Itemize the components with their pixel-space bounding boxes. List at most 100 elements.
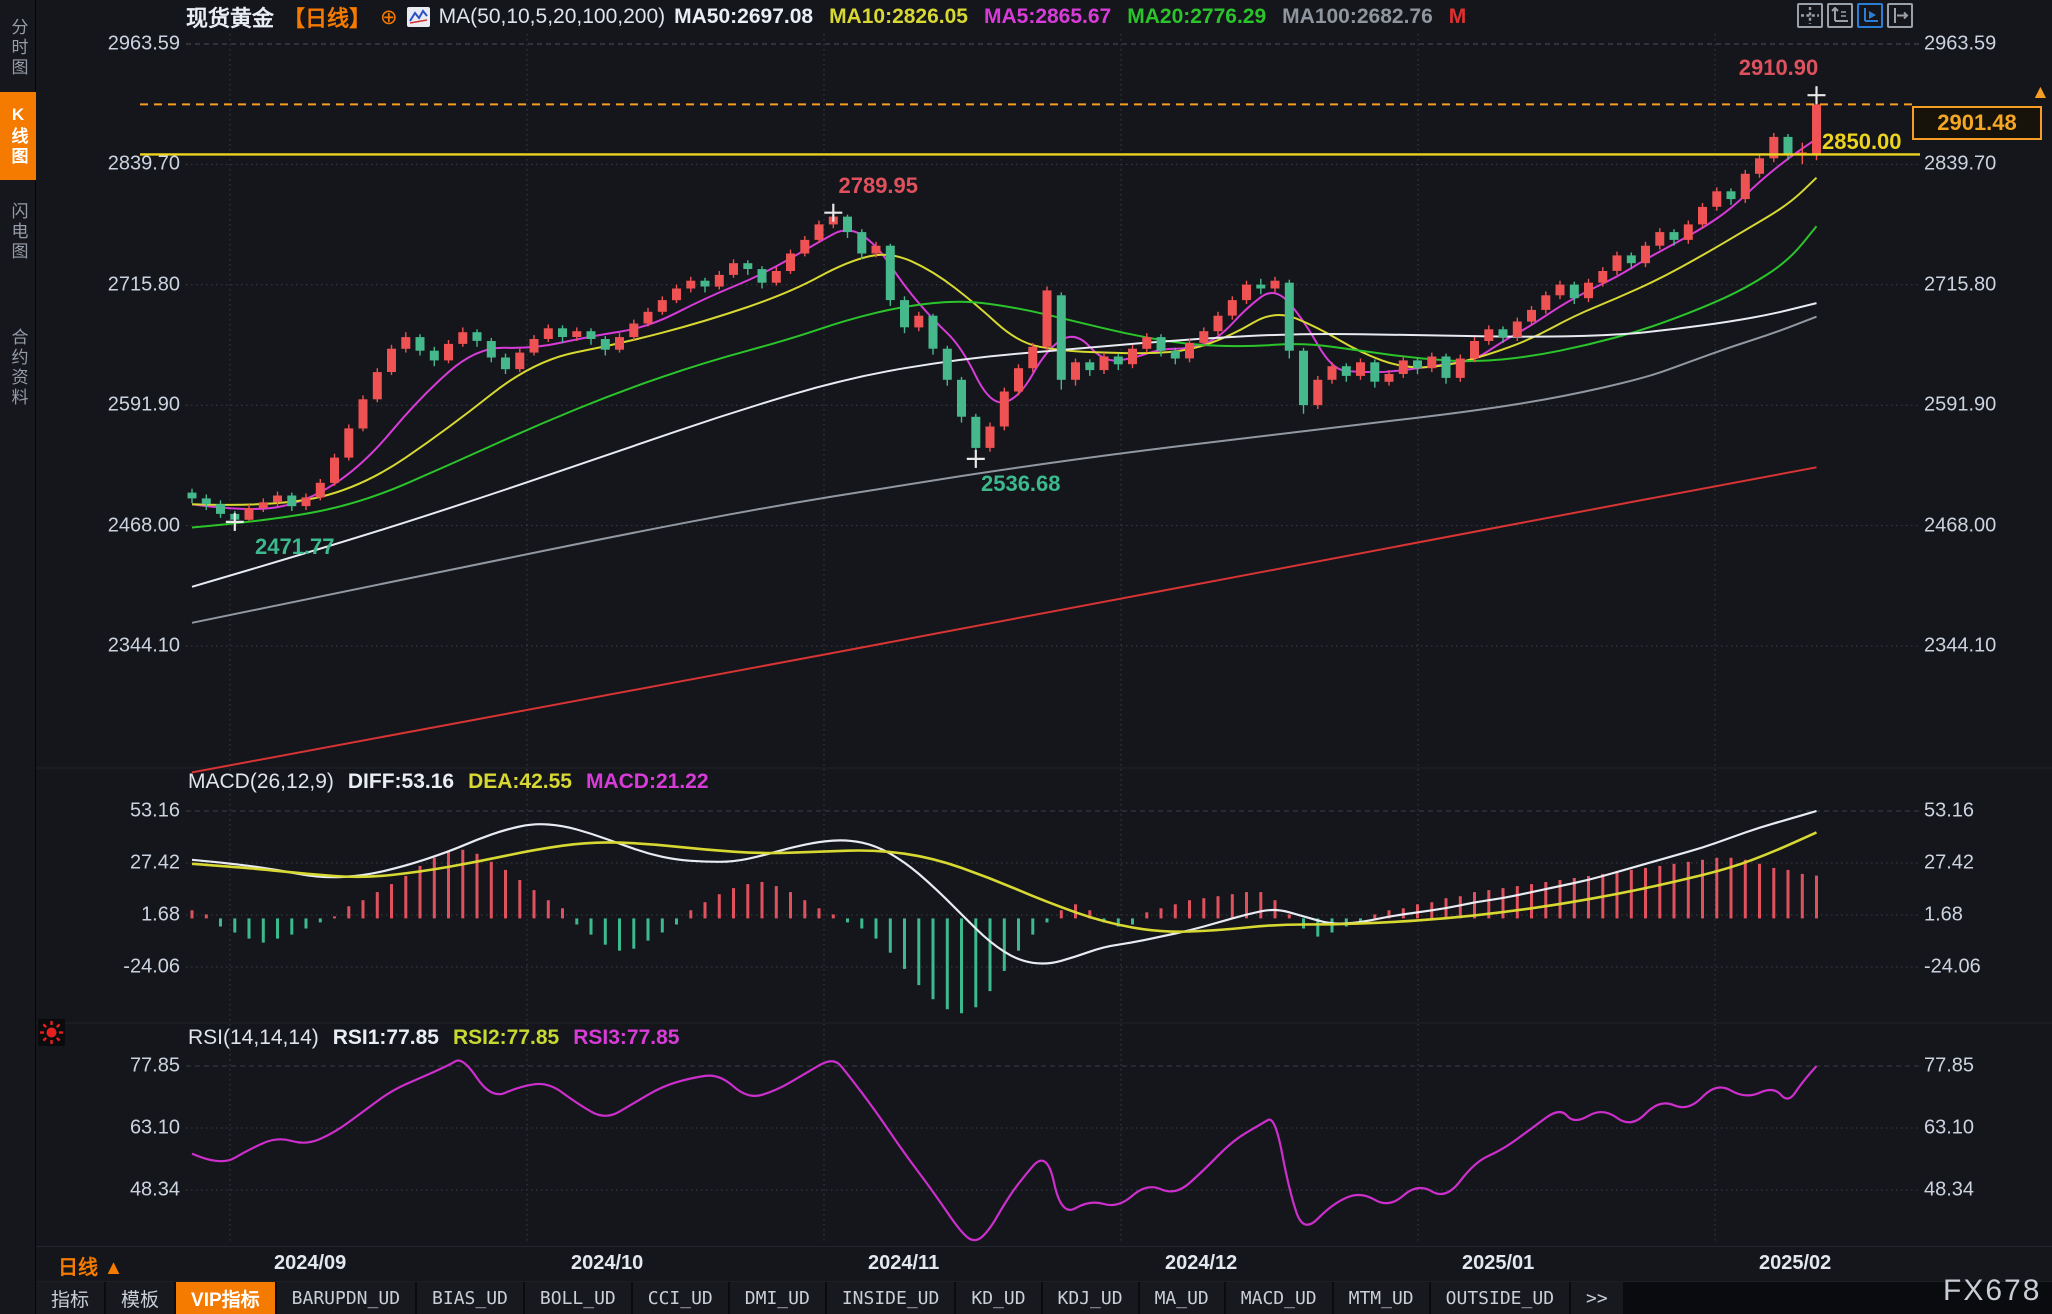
- indicator-toolbar: 指标模板VIP指标BARUPDN_UDBIAS_UDBOLL_UDCCI_UDD…: [36, 1281, 2052, 1314]
- price-tick: 2468.00: [1924, 514, 2044, 537]
- axis-scale-icon[interactable]: [1827, 3, 1853, 28]
- time-axis-row: 日线 ▲ 2024/09 2024/10 2024/11 2024/12 2025/01…: [36, 1246, 2052, 1281]
- candles-layer: [188, 95, 1822, 522]
- price-tick: 2963.59: [1924, 33, 2044, 56]
- sidebar-tab-item[interactable]: 分时图: [0, 6, 36, 90]
- price-tick: 27.42: [1924, 852, 2044, 875]
- ma-value: MA5:2865.67: [984, 5, 1111, 29]
- footer-tab[interactable]: MACD_UD: [1226, 1282, 1332, 1314]
- price-tick: 2963.59: [40, 33, 180, 56]
- footer-tab[interactable]: >>: [1571, 1282, 1623, 1314]
- rsi-pane-header: RSI(14,14,14) RSI1:77.85 RSI2:77.85 RSI3:7…: [188, 1026, 679, 1050]
- price-annotation: 2536.68: [981, 471, 1061, 497]
- footer-tab[interactable]: INSIDE_UD: [827, 1282, 955, 1314]
- chart-header: 现货黄金 【日线】 ⊕ MA(50,10,5,20,100,200) MA50:…: [186, 3, 1466, 31]
- symbol-title: 现货黄金: [186, 1, 274, 33]
- chart-toolbar-icons: [1797, 3, 1913, 28]
- price-tick: 77.85: [40, 1055, 180, 1078]
- level-price-label: 2850.00: [1822, 129, 1902, 155]
- price-annotation: 2910.90: [1739, 55, 1819, 81]
- month-label: 2025/01: [1462, 1252, 1534, 1275]
- left-sidebar: 分时图K线图闪电图合约资料: [0, 0, 36, 1314]
- cross-markers: [226, 86, 1826, 531]
- footer-tab[interactable]: VIP指标: [176, 1282, 275, 1314]
- sidebar-tab-item[interactable]: 闪电图: [0, 186, 36, 278]
- rsi-line: [192, 1061, 1817, 1241]
- price-tick: 48.34: [40, 1179, 180, 1202]
- price-marker-icon: ▲: [2031, 82, 2050, 104]
- footer-tab[interactable]: BIAS_UD: [417, 1282, 523, 1314]
- footer-tab[interactable]: KDJ_UD: [1043, 1282, 1138, 1314]
- price-tick: 63.10: [40, 1116, 180, 1139]
- ma-indicator-label: MA(50,10,5,20,100,200): [439, 5, 666, 29]
- price-tick: 63.10: [1924, 1116, 2044, 1139]
- indicator-value: RSI1:77.85: [333, 1026, 439, 1050]
- footer-tab[interactable]: BOLL_UD: [525, 1282, 631, 1314]
- price-annotation: 2471.77: [255, 534, 335, 560]
- price-tick: 2715.80: [40, 273, 180, 296]
- price-tick: 2468.00: [40, 514, 180, 537]
- price-tick: 77.85: [1924, 1055, 2044, 1078]
- auto-scroll-icon[interactable]: [1857, 3, 1883, 28]
- ma-value: MA50:2697.08: [674, 5, 813, 29]
- ma-value: MA100:2682.76: [1282, 5, 1433, 29]
- sidebar-tab-item[interactable]: 合约资料: [0, 294, 36, 442]
- ma-legend: MA50:2697.08 MA10:2826.05 MA5:2865.67 MA20:…: [674, 5, 1466, 29]
- trading-app-window: 分时图K线图闪电图合约资料 现货黄金 【日线】 ⊕ MA(50,10,5,20,…: [0, 0, 2052, 1314]
- price-tick: 2591.90: [40, 394, 180, 417]
- price-tick: 1.68: [40, 904, 180, 927]
- price-tick: -24.06: [1924, 956, 2044, 979]
- current-price-box: 2901.48: [1912, 106, 2042, 140]
- price-annotation: 2789.95: [838, 173, 918, 199]
- indicator-chart-icon[interactable]: [407, 7, 430, 27]
- indicator-value: RSI3:77.85: [573, 1026, 679, 1050]
- indicator-value: DEA:42.55: [468, 770, 572, 794]
- footer-tab[interactable]: BARUPDN_UD: [277, 1282, 415, 1314]
- ma-value: M: [1449, 5, 1467, 29]
- footer-tab[interactable]: 模板: [106, 1282, 174, 1314]
- macd-pane-header: MACD(26,12,9) DIFF:53.16 DEA:42.55 MACD:21…: [188, 770, 709, 794]
- crosshair-cursor-icon[interactable]: [1797, 3, 1823, 28]
- period-tag: 【日线】: [283, 1, 371, 33]
- price-tick: 2715.80: [1924, 273, 2044, 296]
- price-tick: 53.16: [1924, 800, 2044, 823]
- right-margin-icon[interactable]: [1887, 3, 1913, 28]
- month-label: 2025/02: [1759, 1252, 1831, 1275]
- watermark: FX678: [1943, 1274, 2041, 1308]
- price-tick: 2839.70: [40, 153, 180, 176]
- price-tick: 2344.10: [1924, 635, 2044, 658]
- footer-tab[interactable]: MTM_UD: [1334, 1282, 1429, 1314]
- footer-tab[interactable]: OUTSIDE_UD: [1431, 1282, 1569, 1314]
- period-dropdown-icon: ▲: [104, 1257, 124, 1279]
- sidebar-tab-active[interactable]: K线图: [0, 92, 36, 180]
- indicator-value: DIFF:53.16: [348, 770, 454, 794]
- chart-canvas[interactable]: [0, 0, 2052, 1314]
- footer-tab[interactable]: KD_UD: [956, 1282, 1040, 1314]
- footer-tab[interactable]: 指标: [36, 1282, 104, 1314]
- month-label: 2024/09: [274, 1252, 346, 1275]
- indicator-value: MACD:21.22: [586, 770, 709, 794]
- period-selector[interactable]: 日线 ▲: [58, 1251, 123, 1280]
- footer-tab[interactable]: CCI_UD: [633, 1282, 728, 1314]
- price-tick: 27.42: [40, 852, 180, 875]
- horizontal-gridlines: [186, 44, 1920, 1190]
- ma-value: MA10:2826.05: [829, 5, 968, 29]
- month-label: 2024/11: [868, 1252, 939, 1275]
- price-tick: -24.06: [40, 956, 180, 979]
- alarm-icon[interactable]: [38, 1019, 65, 1046]
- ma-value: MA20:2776.29: [1127, 5, 1266, 29]
- price-tick: 1.68: [1924, 904, 2044, 927]
- indicator-value: RSI2:77.85: [453, 1026, 559, 1050]
- ma-lines-layer: [192, 139, 1817, 773]
- month-label: 2024/12: [1165, 1252, 1237, 1275]
- macd-title: MACD(26,12,9): [188, 770, 334, 794]
- add-overlay-icon[interactable]: ⊕: [380, 7, 398, 28]
- price-tick: 2591.90: [1924, 394, 2044, 417]
- month-label: 2024/10: [571, 1252, 643, 1275]
- footer-tab[interactable]: DMI_UD: [730, 1282, 825, 1314]
- price-tick: 2344.10: [40, 635, 180, 658]
- price-tick: 53.16: [40, 800, 180, 823]
- footer-tab[interactable]: MA_UD: [1140, 1282, 1224, 1314]
- price-tick: 48.34: [1924, 1179, 2044, 1202]
- rsi-title: RSI(14,14,14): [188, 1026, 319, 1050]
